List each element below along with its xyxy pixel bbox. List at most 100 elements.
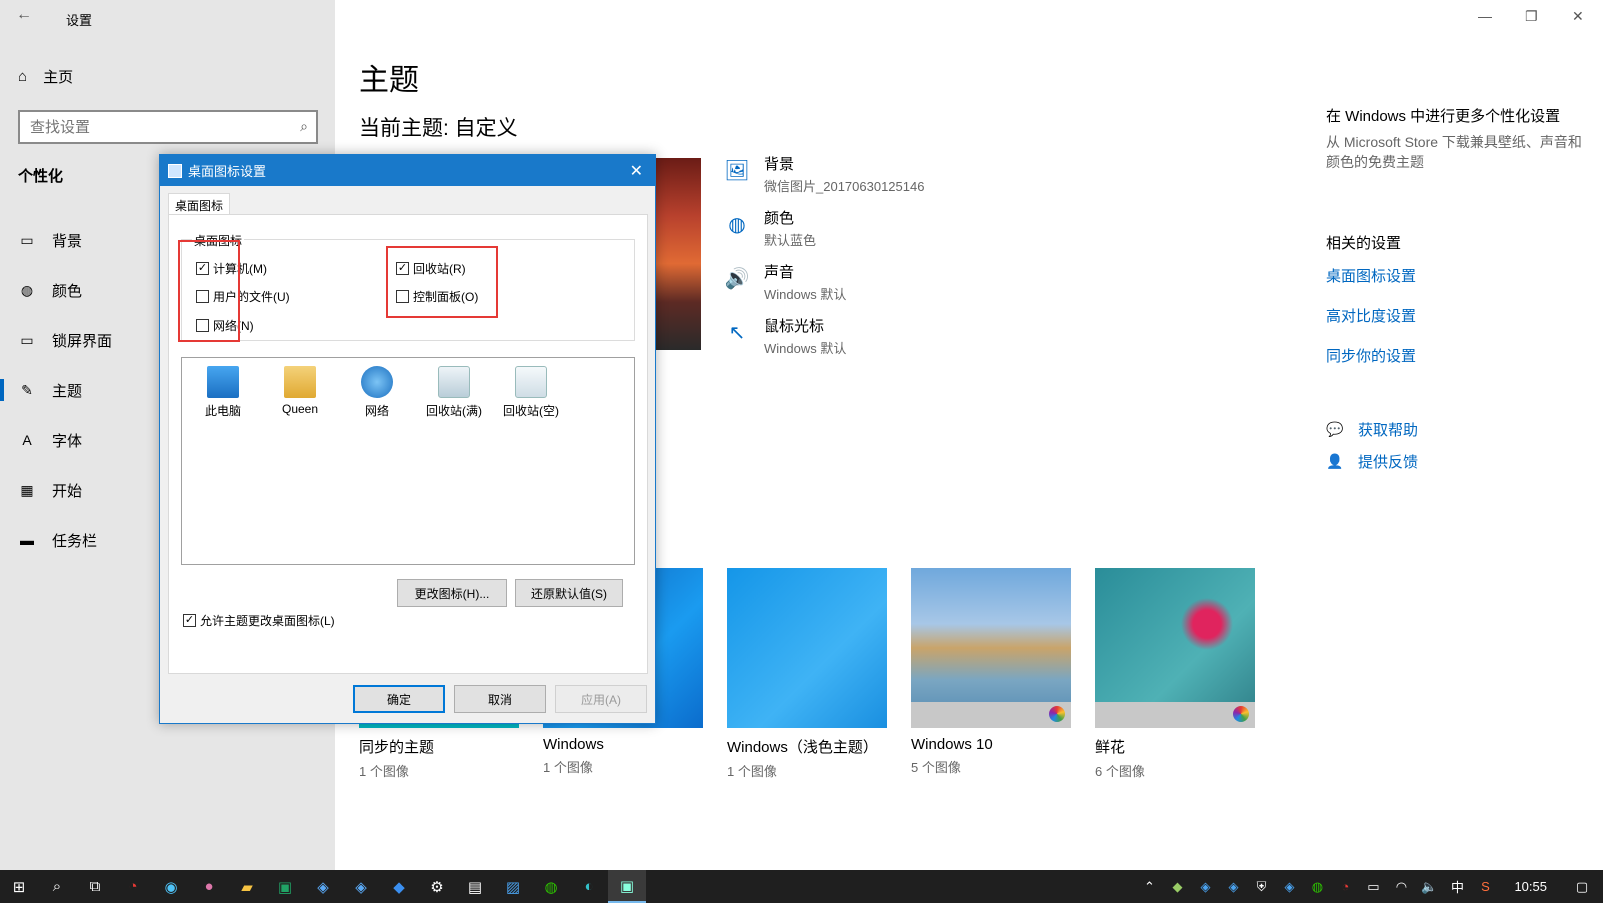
start-icon: ▦: [20, 481, 34, 498]
close-button[interactable]: ✕: [1572, 8, 1584, 25]
high-contrast-link[interactable]: 高对比度设置: [1326, 305, 1586, 333]
tray-blue2-icon[interactable]: ◈: [1224, 879, 1242, 895]
theme-count: 1 个图像: [359, 764, 409, 779]
cursor-icon: ↖: [728, 321, 746, 344]
tab-desktop-icons[interactable]: 桌面图标: [168, 193, 231, 215]
app-avatar-icon[interactable]: ●: [190, 870, 228, 903]
theme-name: 鲜花: [1095, 739, 1126, 756]
property-value: 微信图片_20170630125146: [764, 179, 925, 194]
app-blue3-icon[interactable]: ◆: [380, 870, 418, 903]
property-cursor[interactable]: ↖ 鼠标光标 Windows 默认: [724, 315, 924, 356]
tray-red-icon[interactable]: ◔: [1336, 879, 1354, 894]
get-help-link[interactable]: 💬 获取帮助: [1326, 413, 1586, 445]
taskbar: ⊞ ⌕ ⧉ ◔ ◉ ● ▰ ▣ ◈ ◈ ◆ ⚙ ▤ ▨ ◍ ◐ ▣ ⌃ ◆ ◈ …: [0, 870, 1603, 903]
excel-icon[interactable]: ▣: [266, 870, 304, 903]
battery-icon[interactable]: ▭: [1364, 879, 1382, 895]
property-value: 默认蓝色: [764, 233, 817, 248]
property-label: 鼠标光标: [764, 318, 825, 335]
file-explorer-icon[interactable]: ▰: [228, 870, 266, 903]
icon-this-pc[interactable]: 此电脑: [188, 366, 258, 419]
theme-thumbnail: [911, 568, 1071, 728]
tray-chevron-icon[interactable]: ⌃: [1140, 879, 1158, 895]
clock[interactable]: 10:55: [1514, 879, 1547, 894]
theme-name: Windows: [543, 736, 604, 753]
notification-icon[interactable]: ▢: [1573, 879, 1591, 895]
sidebar-item-label: 字体: [52, 432, 83, 450]
property-label: 声音: [764, 264, 795, 281]
search-icon[interactable]: ⌕: [38, 870, 76, 903]
dialog-titlebar[interactable]: 桌面图标设置 ✕: [160, 155, 655, 186]
highlight-box-right: [386, 246, 498, 318]
tray-shield-icon[interactable]: ⛨: [1252, 879, 1270, 895]
store-title: 在 Windows 中进行更多个性化设置: [1326, 108, 1561, 125]
theme-tile-windows10[interactable]: Windows 10 5 个图像: [911, 568, 1071, 776]
section-title: 个性化: [18, 168, 64, 185]
app-red-icon[interactable]: ◔: [114, 870, 152, 903]
icon-preview-list: 此电脑 Queen 网络 回收站(满) 回收站(空): [181, 357, 635, 565]
control-panel-icon[interactable]: ▣: [608, 870, 646, 903]
icon-user-folder[interactable]: Queen: [265, 366, 335, 416]
property-color[interactable]: ◍ 颜色 默认蓝色: [724, 207, 924, 248]
tray-app-icon[interactable]: ◆: [1168, 879, 1186, 895]
tray-blue3-icon[interactable]: ◈: [1280, 879, 1298, 895]
sidebar-item-label: 任务栏: [52, 532, 98, 550]
icon-label: 回收站(空): [503, 404, 559, 418]
edge-icon[interactable]: ◐: [570, 870, 608, 903]
property-value: Windows 默认: [764, 287, 847, 302]
restore-button[interactable]: ❐: [1525, 8, 1538, 25]
change-icon-button[interactable]: 更改图标(H)...: [397, 579, 507, 607]
checkbox-label: 允许主题更改桌面图标(L): [200, 614, 335, 628]
desktop-icon-settings-link[interactable]: 桌面图标设置: [1326, 265, 1586, 293]
theme-thumbnail: [727, 568, 887, 728]
settings-gear-icon[interactable]: ⚙: [418, 870, 456, 903]
theme-count: 1 个图像: [543, 760, 593, 775]
icon-recycle-full[interactable]: 回收站(满): [419, 366, 489, 419]
ime-indicator[interactable]: 中: [1448, 877, 1466, 896]
store-description: 从 Microsoft Store 下载兼具壁纸、声音和颜色的免费主题: [1326, 134, 1582, 170]
property-background[interactable]: 🖼 背景 微信图片_20170630125146: [724, 153, 925, 194]
sidebar-item-label: 颜色: [52, 282, 83, 300]
wechat-icon[interactable]: ◍: [532, 870, 570, 903]
checkbox-box[interactable]: ✓: [183, 614, 196, 627]
theme-tile-flowers[interactable]: 鲜花 6 个图像: [1095, 568, 1255, 780]
wifi-icon[interactable]: ◠: [1392, 879, 1410, 895]
tray-wechat-icon[interactable]: ◍: [1308, 879, 1326, 895]
get-help-label: 获取帮助: [1358, 421, 1419, 439]
color-wheel-icon: [1049, 706, 1065, 722]
theme-name: 同步的主题: [359, 739, 435, 756]
search-box[interactable]: ⌕: [18, 110, 318, 144]
property-sound[interactable]: 🔊 声音 Windows 默认: [724, 261, 924, 302]
sidebar-item-label: 背景: [52, 232, 83, 250]
photos-icon[interactable]: ▨: [494, 870, 532, 903]
volume-icon[interactable]: 🔈: [1420, 879, 1438, 895]
search-input[interactable]: [20, 112, 280, 142]
app-blue-icon[interactable]: ◈: [304, 870, 342, 903]
back-arrow-icon[interactable]: ←: [16, 6, 36, 26]
store-icon[interactable]: ▤: [456, 870, 494, 903]
sync-settings-link[interactable]: 同步你的设置: [1326, 345, 1586, 373]
highlight-box-left: [178, 240, 240, 342]
theme-tile-windows-light[interactable]: Windows（浅色主题） 1 个图像: [727, 568, 887, 780]
network-icon: [361, 366, 393, 398]
search-icon[interactable]: ⌕: [300, 118, 308, 135]
home-link[interactable]: ⌂ 主页: [18, 66, 73, 87]
browser-icon[interactable]: ◉: [152, 870, 190, 903]
feedback-link[interactable]: 👤 提供反馈: [1326, 445, 1586, 477]
help-chat-icon: 💬: [1326, 420, 1344, 437]
app-blue2-icon[interactable]: ◈: [342, 870, 380, 903]
ok-button[interactable]: 确定: [353, 685, 445, 713]
dialog-close-icon[interactable]: ✕: [630, 161, 643, 181]
icon-recycle-empty[interactable]: 回收站(空): [496, 366, 566, 419]
minimize-button[interactable]: —: [1478, 8, 1492, 24]
image-icon: 🖼: [724, 159, 750, 182]
sogou-icon[interactable]: S: [1476, 879, 1494, 894]
apply-button[interactable]: 应用(A): [555, 685, 647, 713]
windows-start-icon[interactable]: ⊞: [0, 870, 38, 903]
task-view-icon[interactable]: ⧉: [76, 870, 114, 903]
page-title: 主题: [359, 64, 419, 97]
icon-network[interactable]: 网络: [342, 366, 412, 419]
allow-themes-checkbox[interactable]: ✓ 允许主题更改桌面图标(L): [183, 612, 335, 629]
cancel-button[interactable]: 取消: [454, 685, 546, 713]
restore-default-button[interactable]: 还原默认值(S): [515, 579, 623, 607]
tray-blue-icon[interactable]: ◈: [1196, 879, 1214, 895]
